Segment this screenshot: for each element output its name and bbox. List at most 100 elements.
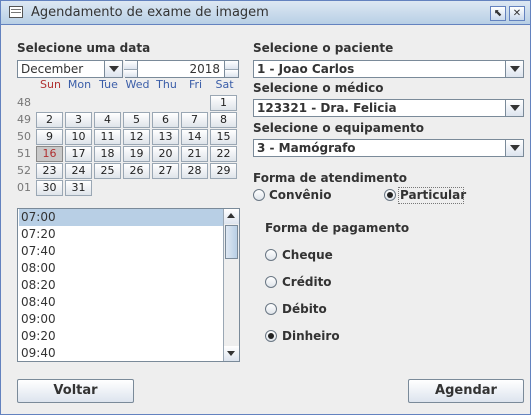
doctor-value: 123321 - Dra. Felicia [257, 101, 397, 115]
payment-radio-cheque[interactable] [265, 249, 277, 261]
calendar-day[interactable]: 9 [36, 129, 63, 145]
equipment-dropdown-icon[interactable] [505, 140, 523, 156]
calendar-day[interactable]: 30 [36, 180, 63, 196]
window-app-icon [9, 6, 23, 18]
weekday-header: Mon [67, 78, 92, 91]
calendar-day[interactable]: 5 [123, 112, 150, 128]
attendance-radio-convenio[interactable] [253, 189, 265, 201]
time-list-scrollbar[interactable] [223, 209, 239, 361]
time-list-item[interactable]: 08:40 [19, 294, 224, 311]
day-up-spin[interactable] [124, 61, 138, 69]
week-number: 51 [17, 147, 31, 160]
equipment-value: 3 - Mamógrafo [257, 141, 356, 155]
patient-dropdown-icon[interactable] [505, 61, 523, 77]
scroll-thumb[interactable] [225, 225, 238, 259]
payment-option-debito[interactable]: Débito [282, 302, 327, 316]
payment-radio-debito[interactable] [265, 303, 277, 315]
payment-option-credito[interactable]: Crédito [282, 275, 332, 289]
weekday-header: Wed [125, 78, 150, 91]
month-select[interactable]: December [17, 60, 123, 78]
calendar-day[interactable]: 28 [181, 163, 208, 179]
attendance-option-particular[interactable]: Particular [400, 188, 466, 202]
calendar-day[interactable]: 21 [181, 146, 208, 162]
weekday-header: Thu [156, 78, 177, 91]
month-value: December [21, 62, 84, 76]
date-label: Selecione uma data [17, 41, 151, 55]
year-down-icon[interactable] [224, 69, 238, 77]
calendar-day[interactable]: 29 [210, 163, 237, 179]
calendar-day[interactable]: 25 [94, 163, 121, 179]
calendar-day[interactable]: 11 [94, 129, 121, 145]
week-number: 48 [17, 96, 31, 109]
calendar-day[interactable]: 3 [65, 112, 92, 128]
payment-radio-dinheiro[interactable] [265, 330, 277, 342]
time-list-item[interactable]: 07:00 [19, 209, 224, 226]
weekday-header: Tue [99, 78, 118, 91]
calendar-day[interactable]: 19 [123, 146, 150, 162]
patient-select[interactable]: 1 - Joao Carlos [253, 60, 524, 78]
patient-label: Selecione o paciente [253, 41, 394, 55]
equipment-label: Selecione o equipamento [253, 121, 425, 135]
window-title: Agendamento de exame de imagem [31, 5, 269, 20]
year-spinner[interactable]: 2018 [124, 60, 239, 78]
time-list-item[interactable]: 08:20 [19, 277, 224, 294]
calendar-day[interactable]: 27 [152, 163, 179, 179]
attendance-option-convenio[interactable]: Convênio [269, 188, 331, 202]
week-number: 49 [17, 113, 31, 126]
calendar-day[interactable]: 1 [210, 95, 237, 111]
day-down-spin[interactable] [124, 69, 138, 77]
calendar-day[interactable]: 22 [210, 146, 237, 162]
attendance-label: Forma de atendimento [253, 171, 407, 185]
scheduling-window: Agendamento de exame de imagem ⬉ ✕ Selec… [0, 0, 531, 415]
calendar-day[interactable]: 2 [36, 112, 63, 128]
time-list-item[interactable]: 08:00 [19, 260, 224, 277]
calendar-day[interactable]: 16 [36, 146, 63, 162]
calendar-day[interactable]: 13 [152, 129, 179, 145]
time-list-item[interactable]: 09:00 [19, 311, 224, 328]
weekday-header: Sun [40, 78, 61, 91]
payment-option-dinheiro[interactable]: Dinheiro [282, 329, 340, 343]
payment-label: Forma de pagamento [265, 221, 410, 235]
calendar-grid: Sun Mon Tue Wed Thu Fri Sat 48 1 49 2 3 4 5 6 7 8 50 9 10 11… [17, 78, 237, 198]
minimize-icon[interactable]: ⬉ [490, 6, 506, 21]
equipment-select[interactable]: 3 - Mamógrafo [253, 139, 524, 157]
calendar-day[interactable]: 31 [65, 180, 92, 196]
attendance-radio-particular[interactable] [384, 189, 396, 201]
weekday-header: Sat [215, 78, 234, 91]
year-value: 2018 [189, 62, 220, 76]
time-list[interactable]: 07:00 07:20 07:40 08:00 08:20 08:40 09:00 09:20… [17, 208, 240, 362]
calendar-day[interactable]: 15 [210, 129, 237, 145]
calendar-day[interactable]: 6 [152, 112, 179, 128]
scroll-down-icon[interactable] [224, 346, 239, 361]
close-icon[interactable]: ✕ [509, 6, 525, 21]
time-list-item[interactable]: 09:20 [19, 328, 224, 345]
calendar-day[interactable]: 8 [210, 112, 237, 128]
calendar-day[interactable]: 12 [123, 129, 150, 145]
schedule-button[interactable]: Agendar [408, 379, 524, 403]
month-dropdown-icon[interactable] [104, 61, 122, 77]
calendar-day[interactable]: 24 [65, 163, 92, 179]
calendar-day[interactable]: 14 [181, 129, 208, 145]
back-button[interactable]: Voltar [17, 379, 134, 403]
payment-option-cheque[interactable]: Cheque [282, 248, 333, 262]
title-bar: Agendamento de exame de imagem ⬉ ✕ [1, 1, 530, 25]
calendar-day[interactable]: 17 [65, 146, 92, 162]
calendar-day[interactable]: 26 [123, 163, 150, 179]
patient-value: 1 - Joao Carlos [257, 62, 355, 76]
time-list-item[interactable]: 07:40 [19, 243, 224, 260]
year-up-icon[interactable] [224, 61, 238, 69]
scroll-up-icon[interactable] [224, 209, 239, 224]
week-number: 01 [17, 181, 31, 194]
calendar-day[interactable]: 7 [181, 112, 208, 128]
weekday-header: Fri [188, 78, 203, 91]
calendar-day[interactable]: 10 [65, 129, 92, 145]
payment-radio-credito[interactable] [265, 276, 277, 288]
doctor-select[interactable]: 123321 - Dra. Felicia [253, 99, 524, 117]
calendar-day[interactable]: 18 [94, 146, 121, 162]
calendar-day[interactable]: 20 [152, 146, 179, 162]
calendar-day[interactable]: 23 [36, 163, 63, 179]
doctor-dropdown-icon[interactable] [505, 100, 523, 116]
time-list-item[interactable]: 09:40 [19, 345, 224, 361]
time-list-item[interactable]: 07:20 [19, 226, 224, 243]
calendar-day[interactable]: 4 [94, 112, 121, 128]
